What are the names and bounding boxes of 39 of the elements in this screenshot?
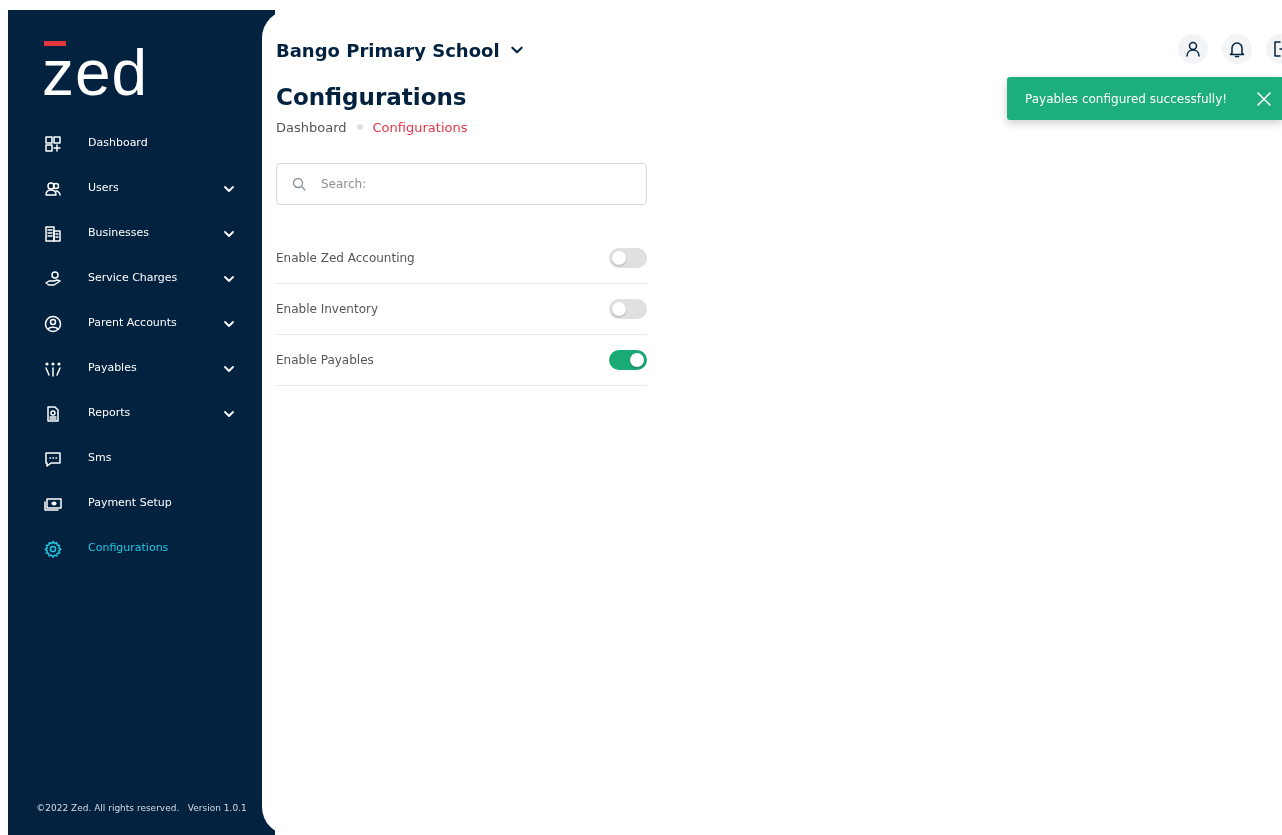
- setting-label: Enable Inventory: [276, 301, 378, 319]
- success-toast: Payables configured successfully!: [1007, 77, 1282, 120]
- bell-icon: [1228, 40, 1246, 58]
- sidebar-item[interactable]: Configurations: [8, 526, 261, 571]
- close-button[interactable]: [1256, 90, 1272, 107]
- page-title: Configurations: [276, 84, 468, 112]
- setting-label: Enable Payables: [276, 352, 374, 370]
- logo: zed: [42, 38, 149, 103]
- person-icon: [44, 314, 62, 333]
- school-selector[interactable]: Bango Primary School: [276, 36, 524, 64]
- sidebar-item[interactable]: Businesses: [8, 211, 261, 256]
- building-icon: [44, 224, 62, 243]
- user-icon: [1184, 40, 1202, 58]
- sidebar-item[interactable]: Sms: [8, 436, 261, 481]
- toggle-switch[interactable]: [609, 248, 647, 269]
- copyright-text: ©2022 Zed. All rights reserved. Version 1.0.1: [35, 801, 248, 815]
- grid-icon: [44, 134, 62, 153]
- close-icon: [1256, 90, 1272, 107]
- document-icon: [44, 404, 62, 423]
- notifications-button[interactable]: [1222, 34, 1252, 64]
- sidebar-item[interactable]: Dashboard: [8, 121, 261, 166]
- profile-button[interactable]: [1178, 34, 1208, 64]
- users-icon: [44, 179, 62, 198]
- search-field[interactable]: Search:: [276, 163, 647, 206]
- setting-label: Enable Zed Accounting: [276, 250, 415, 268]
- hand-icon: [44, 269, 62, 288]
- chat-icon: [44, 449, 62, 468]
- sidebar-item[interactable]: Users: [8, 166, 261, 211]
- breadcrumb-link[interactable]: Configurations: [372, 117, 468, 138]
- settings-icon: [44, 539, 62, 558]
- sidebar-item[interactable]: Parent Accounts: [8, 301, 261, 346]
- breadcrumb-link[interactable]: Dashboard: [276, 117, 347, 138]
- sidebar-item[interactable]: Service Charges: [8, 256, 261, 301]
- breadcrumb-separator: [356, 124, 363, 131]
- sidebar-item[interactable]: Reports: [8, 391, 261, 436]
- toggle-switch[interactable]: [609, 350, 647, 371]
- sidebar-item[interactable]: Payables: [8, 346, 261, 391]
- toggle-switch[interactable]: [609, 299, 647, 320]
- sidebar-item[interactable]: Payment Setup: [8, 481, 261, 526]
